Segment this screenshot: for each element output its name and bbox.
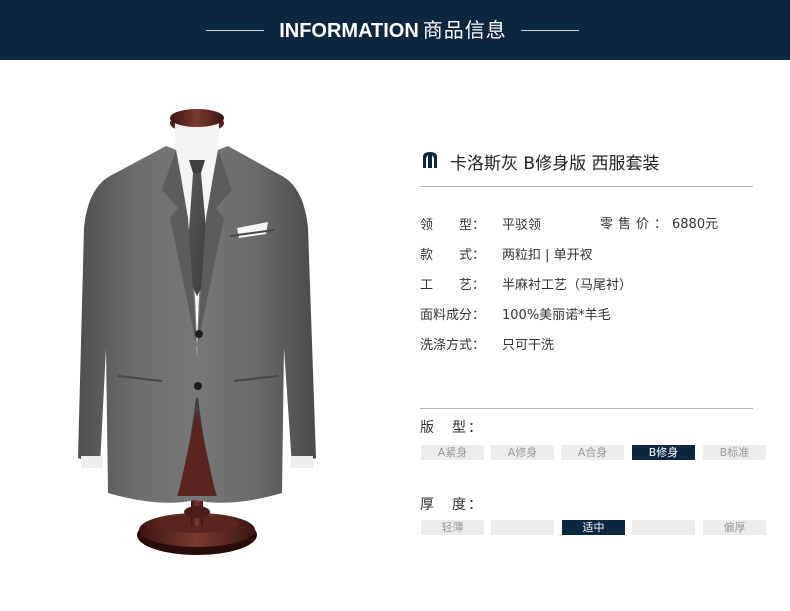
fit-label: 版 型： xyxy=(420,420,484,436)
spec-care: 洗涤方式： 只可干洗 xyxy=(420,334,554,353)
spec-craft-label: 工 艺： xyxy=(420,278,486,293)
retail-price-label: 零售价： xyxy=(600,217,673,232)
specs-divider xyxy=(420,408,753,409)
header-title-cn: 商品信息 xyxy=(422,18,507,42)
thickness-option-4[interactable] xyxy=(632,520,695,535)
retail-price-value: 6880元 xyxy=(672,217,719,232)
spec-craft-value: 半麻衬工艺（马尾衬） xyxy=(502,278,633,293)
header-divider-right xyxy=(521,30,579,31)
thickness-option-2[interactable] xyxy=(491,520,554,535)
spec-collar-label: 领 型： xyxy=(420,218,486,233)
brand-logo-glyph xyxy=(423,152,437,168)
spec-care-label: 洗涤方式： xyxy=(420,338,486,353)
thickness-option-thick[interactable]: 偏厚 xyxy=(703,520,766,535)
spec-care-value: 只可干洗 xyxy=(502,338,555,353)
fit-option-b-standard[interactable]: B标准 xyxy=(703,445,766,460)
spec-style-label: 款 式： xyxy=(420,248,486,263)
header-divider-left xyxy=(206,30,264,31)
header-title-en: INFORMATION xyxy=(279,20,419,42)
thickness-label: 厚 度： xyxy=(420,497,484,513)
spec-fabric-label: 面料成分： xyxy=(420,308,486,323)
fit-option-a-regular[interactable]: A合身 xyxy=(561,445,624,460)
spec-collar-value: 平驳领 xyxy=(502,218,542,233)
product-title: 卡洛斯灰 B修身版 西服套装 xyxy=(450,154,660,174)
info-header-bar: INFORMATION 商品信息 xyxy=(0,0,790,60)
fit-option-a-slim-tight[interactable]: A紧身 xyxy=(421,445,484,460)
brand-logo-icon xyxy=(420,150,440,170)
spec-fabric: 面料成分： 100%美丽诺*羊毛 xyxy=(420,304,611,323)
thickness-option-medium-selected[interactable]: 适中 xyxy=(562,520,625,535)
spec-style-value: 两粒扣 | 单开衩 xyxy=(502,248,593,263)
spec-collar: 领 型： 平驳领 xyxy=(420,214,541,233)
spec-fabric-value: 100%美丽诺*羊毛 xyxy=(502,308,611,323)
spec-craft: 工 艺： 半麻衬工艺（马尾衬） xyxy=(420,274,632,293)
spec-style: 款 式： 两粒扣 | 单开衩 xyxy=(420,244,593,263)
fit-option-a-slim[interactable]: A修身 xyxy=(491,445,554,460)
header-title: INFORMATION 商品信息 xyxy=(270,18,516,43)
retail-price: 零售价：6880元 xyxy=(600,213,718,232)
fit-option-b-slim-selected[interactable]: B修身 xyxy=(632,445,695,460)
suit-mannequin-illustration xyxy=(78,109,316,555)
thickness-option-light[interactable]: 轻薄 xyxy=(421,520,484,535)
product-image xyxy=(70,98,340,568)
title-divider xyxy=(420,186,753,187)
